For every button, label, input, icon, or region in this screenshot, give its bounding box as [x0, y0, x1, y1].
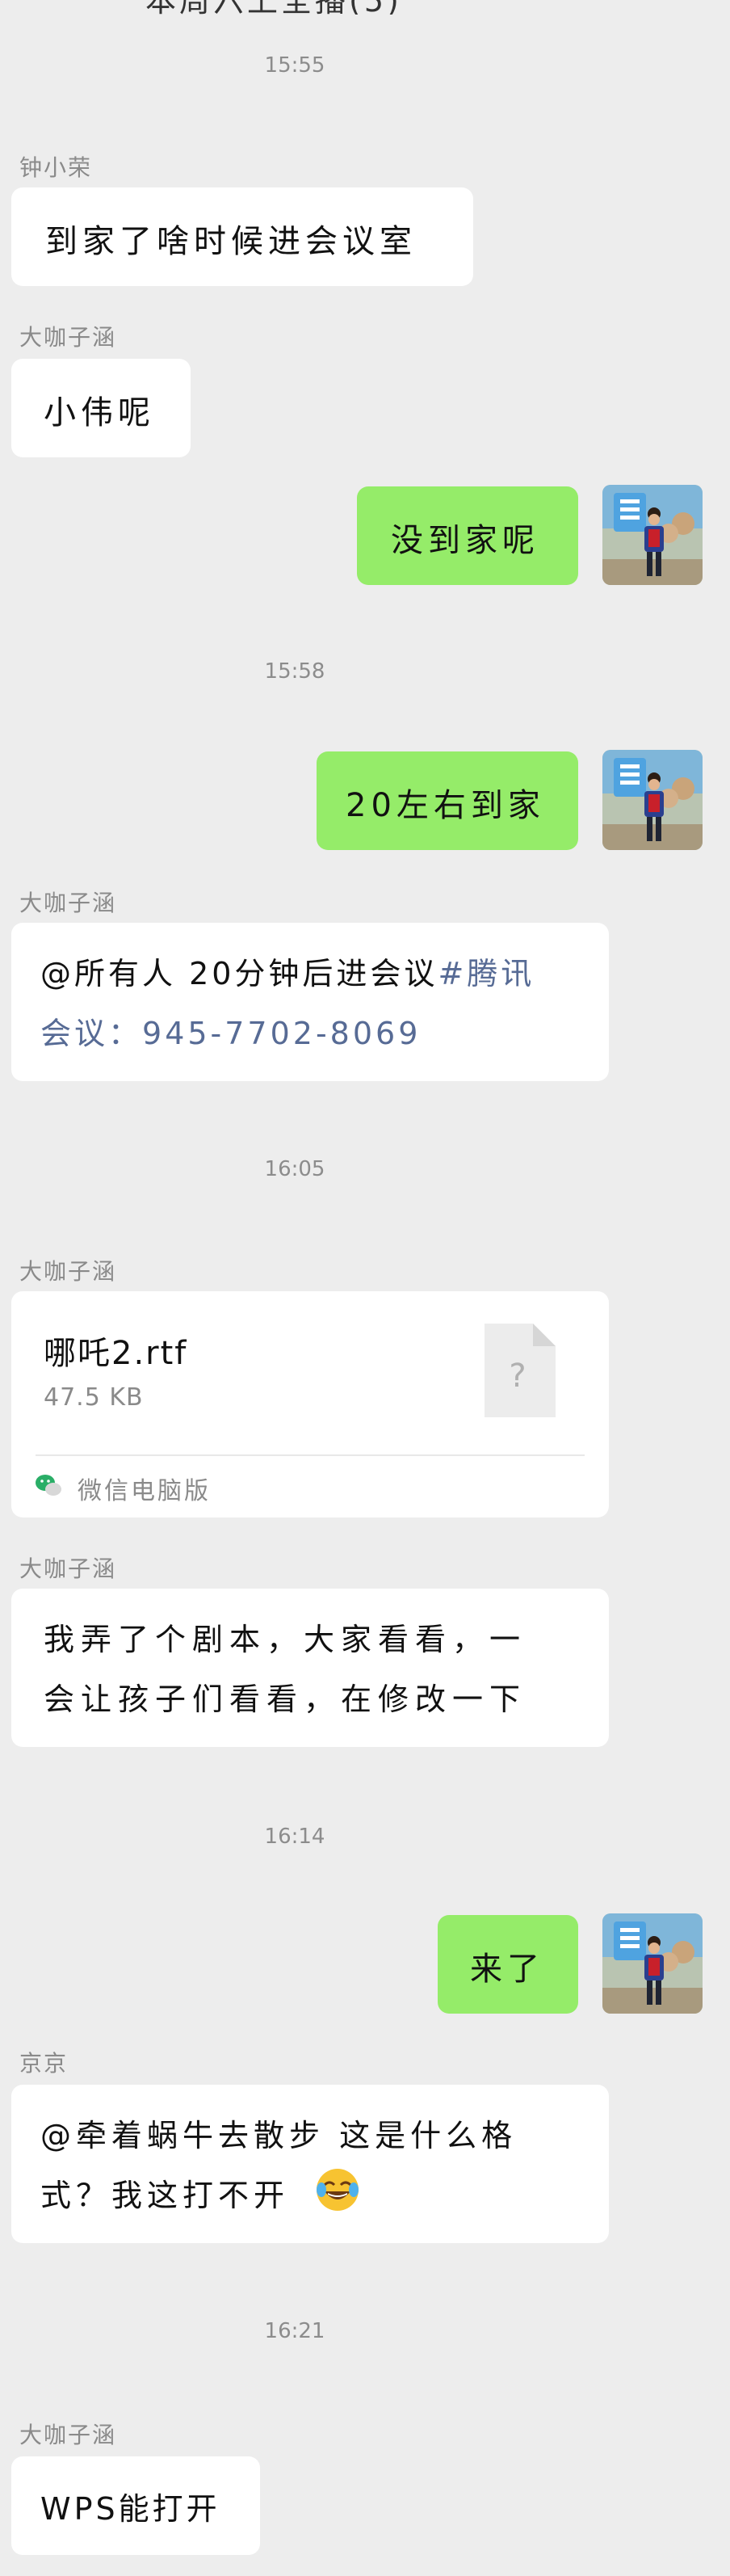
message-bubble-outgoing[interactable]: 没到家呢	[357, 486, 578, 585]
message-text: 式？我这打不开	[40, 2178, 290, 2213]
meeting-link[interactable]: #腾讯	[438, 956, 535, 991]
meeting-id-link[interactable]: ：945-7702-8069	[108, 1016, 421, 1051]
meeting-link[interactable]: 会议	[40, 1016, 108, 1051]
message-bubble[interactable]: 小伟呢	[11, 359, 191, 457]
message-line: 会议：945-7702-8069	[40, 1008, 421, 1053]
tears-of-joy-emoji-icon	[313, 2166, 362, 2214]
source-label: 微信电脑版	[78, 1477, 211, 1505]
timestamp: 15:55	[264, 53, 325, 78]
message-line: 会让孩子们看看，在修改一下	[44, 1682, 527, 1717]
message-text: 到家了啥时候进会议室	[45, 223, 417, 260]
message-text: 20左右到家	[346, 787, 545, 824]
timestamp: 16:05	[264, 1157, 325, 1181]
file-icon-glyph: ?	[509, 1357, 531, 1395]
sender-name: 钟小荣	[19, 154, 93, 181]
file-size: 47.5 KB	[44, 1383, 144, 1412]
message-text: 没到家呢	[391, 522, 539, 559]
avatar-photo-icon	[602, 1913, 703, 2014]
sender-name: 大咖子涵	[19, 890, 117, 916]
message-text: WPS能打开	[40, 2491, 220, 2527]
chat-title-fragment-strip: 本周六上全播(5)	[0, 0, 730, 15]
sender-name: 大咖子涵	[19, 2422, 117, 2448]
avatar-photo-icon	[602, 750, 703, 850]
sender-name: 大咖子涵	[19, 324, 117, 351]
user-avatar[interactable]	[602, 750, 703, 850]
user-avatar[interactable]	[602, 1913, 703, 2014]
message-line: 我弄了个剧本，大家看看，一	[44, 1622, 527, 1657]
sender-name: 大咖子涵	[19, 1555, 117, 1582]
divider	[36, 1454, 585, 1456]
message-text: 小伟呢	[44, 394, 155, 431]
avatar-photo-icon	[602, 485, 703, 585]
message-bubble-outgoing[interactable]: 来了	[438, 1915, 578, 2014]
message-text: 来了	[470, 1951, 544, 1988]
file-name: 哪吒2.rtf	[44, 1335, 188, 1372]
message-bubble[interactable]: @牵着蜗牛去散步 这是什么格 式？我这打不开	[11, 2085, 609, 2243]
message-bubble[interactable]: 到家了啥时候进会议室	[11, 187, 473, 286]
sender-name: 京京	[19, 2050, 69, 2077]
message-line: @所有人 20分钟后进会议#腾讯	[40, 949, 535, 993]
message-line: @牵着蜗牛去散步 这是什么格	[40, 2118, 518, 2153]
sender-name: 大咖子涵	[19, 1258, 117, 1285]
wechat-logo-icon	[34, 1471, 63, 1500]
message-bubble-outgoing[interactable]: 20左右到家	[317, 751, 578, 850]
user-avatar[interactable]	[602, 485, 703, 585]
message-line: 式？我这打不开	[40, 2169, 359, 2215]
unknown-file-icon: ?	[485, 1324, 556, 1417]
message-bubble[interactable]: @所有人 20分钟后进会议#腾讯 会议：945-7702-8069	[11, 923, 609, 1081]
timestamp: 15:58	[264, 659, 325, 684]
message-bubble[interactable]: WPS能打开	[11, 2456, 260, 2555]
chat-title-fragment: 本周六上全播(5)	[145, 0, 402, 15]
message-bubble[interactable]: 我弄了个剧本，大家看看，一 会让孩子们看看，在修改一下	[11, 1589, 609, 1747]
message-text: @所有人 20分钟后进会议	[40, 956, 438, 991]
timestamp: 16:14	[264, 1825, 325, 1849]
file-message-card[interactable]: 哪吒2.rtf 47.5 KB ? 微信电脑版	[11, 1291, 609, 1517]
timestamp: 16:21	[264, 2319, 325, 2343]
